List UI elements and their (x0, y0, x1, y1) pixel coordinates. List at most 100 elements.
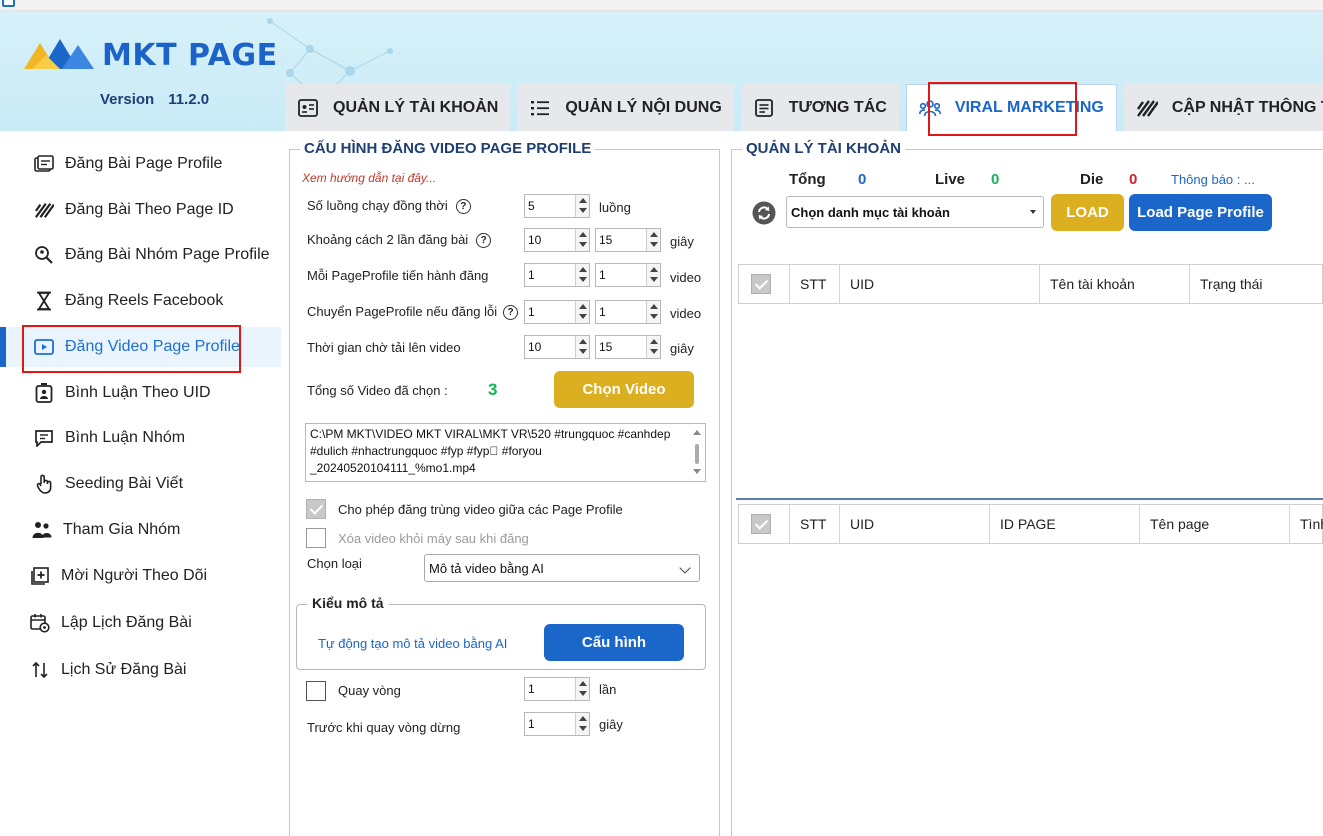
grid-splitter[interactable] (736, 498, 1323, 500)
hand-pointer-icon (33, 473, 55, 495)
loop-value: 1 (528, 682, 535, 696)
auto-description-label: Tự động tạo mô tả video bằng AI (318, 636, 508, 651)
before-stop-input[interactable]: 1 (524, 712, 590, 736)
spin-arrows-icon[interactable] (646, 264, 660, 286)
sidebar-item-seeding-bai-viet[interactable]: Seeding Bài Viết (0, 464, 281, 504)
sidebar-item-label: Đăng Bài Page Profile (65, 155, 223, 172)
add-square-icon (29, 565, 51, 587)
upload-wait-unit: giây (670, 341, 694, 356)
sidebar-item-moi-nguoi-theo-doi[interactable]: Mời Người Theo Dõi (0, 556, 281, 596)
guide-link[interactable]: Xem hướng dẫn tại đây... (302, 171, 436, 185)
sidebar-item-dang-bai-theo-page-id[interactable]: Đăng Bài Theo Page ID (0, 190, 281, 230)
column-header[interactable]: Tên tài khoản (1039, 265, 1189, 303)
threads-input[interactable]: 5 (524, 194, 590, 218)
chevron-down-icon (679, 562, 691, 574)
id-badge-icon (33, 382, 55, 404)
tab-quan-ly-noi-dung[interactable]: QUẢN LÝ NỘI DUNG (517, 84, 734, 131)
column-header[interactable]: STT (789, 505, 839, 543)
select-all-checkbox[interactable] (751, 274, 771, 294)
upload-wait-from-input[interactable]: 10 (524, 335, 590, 359)
spin-arrows-icon[interactable] (575, 713, 589, 735)
spin-arrows-icon[interactable] (575, 678, 589, 700)
switch-from-input[interactable]: 1 (524, 300, 590, 324)
help-icon[interactable]: ? (503, 305, 519, 321)
sidebar-item-tham-gia-nhom[interactable]: Tham Gia Nhóm (0, 510, 281, 550)
threads-unit: luồng (599, 200, 631, 215)
sidebar-item-binh-luan-theo-uid[interactable]: Bình Luận Theo UID (0, 373, 281, 413)
sidebar-item-dang-bai-page-profile[interactable]: Đăng Bài Page Profile (0, 144, 281, 184)
logo-text: MKT PAGE (102, 37, 278, 73)
loop-input[interactable]: 1 (524, 677, 590, 701)
spin-arrows-icon[interactable] (575, 195, 589, 217)
help-icon[interactable]: ? (455, 199, 471, 215)
upload-wait-from-value: 10 (528, 340, 542, 354)
config-panel-title: CẤU HÌNH ĐĂNG VIDEO PAGE PROFILE (300, 140, 596, 157)
document-lines-icon (753, 97, 775, 119)
total-label: Tổng (789, 171, 826, 188)
sidebar-item-dang-bai-nhom-page-profile[interactable]: Đăng Bài Nhóm Page Profile (0, 235, 281, 275)
column-header[interactable]: Tên page (1139, 505, 1289, 543)
spin-arrows-icon[interactable] (646, 336, 660, 358)
account-card-icon (297, 97, 319, 119)
textarea-scrollbar[interactable] (691, 428, 703, 476)
tab-label: CẬP NHẬT THÔNG TIN (1171, 98, 1323, 116)
per-profile-to-input[interactable]: 1 (595, 263, 661, 287)
column-header[interactable]: Tình (1289, 505, 1323, 543)
description-config-button[interactable]: Cấu hình (544, 624, 684, 661)
select-all-cell[interactable] (739, 505, 789, 543)
spin-arrows-icon[interactable] (575, 229, 589, 251)
spin-arrows-icon[interactable] (646, 229, 660, 251)
upload-wait-to-input[interactable]: 15 (595, 335, 661, 359)
refresh-button[interactable] (752, 201, 776, 225)
select-all-cell[interactable] (739, 265, 789, 303)
load-button[interactable]: LOAD (1051, 194, 1124, 231)
video-paths-text: C:\PM MKT\VIDEO MKT VIRAL\MKT VR\520 #tr… (310, 427, 671, 475)
accounts-grid-header: STT UID Tên tài khoản Trạng thái (738, 264, 1323, 304)
type-select[interactable]: Mô tả video bằng AI (424, 554, 700, 582)
spin-arrows-icon[interactable] (575, 264, 589, 286)
spin-arrows-icon[interactable] (646, 301, 660, 323)
pages-grid-header: STT UID ID PAGE Tên page Tình (738, 504, 1323, 544)
account-category-select[interactable]: Chọn danh mục tài khoản (786, 196, 1044, 228)
column-header[interactable]: ID PAGE (989, 505, 1139, 543)
allow-duplicate-checkbox[interactable] (306, 499, 326, 519)
tab-cap-nhat-thong-tin[interactable]: CẬP NHẬT THÔNG TIN (1123, 84, 1323, 131)
choose-video-button[interactable]: Chọn Video (554, 371, 694, 408)
people-group-icon (918, 97, 941, 119)
delay-from-value: 10 (528, 233, 542, 247)
delay-from-input[interactable]: 10 (524, 228, 590, 252)
account-category-value: Chọn danh mục tài khoản (791, 204, 950, 220)
column-header[interactable]: STT (789, 265, 839, 303)
delete-after-label: Xóa video khỏi máy sau khi đăng (338, 531, 529, 546)
load-page-profile-button[interactable]: Load Page Profile (1129, 194, 1272, 231)
sidebar-item-lap-lich-dang-bai[interactable]: Lập Lịch Đăng Bài (0, 603, 281, 643)
column-header[interactable]: Trạng thái (1189, 265, 1323, 303)
spin-arrows-icon[interactable] (575, 336, 589, 358)
select-all-checkbox[interactable] (751, 514, 771, 534)
tab-quan-ly-tai-khoan[interactable]: QUẢN LÝ TÀI KHOẢN (285, 84, 511, 131)
video-paths-textarea[interactable]: C:\PM MKT\VIDEO MKT VIRAL\MKT VR\520 #tr… (305, 423, 706, 482)
help-icon[interactable]: ? (476, 233, 492, 249)
sidebar-item-lich-su-dang-bai[interactable]: Lịch Sử Đăng Bài (0, 650, 281, 690)
live-label: Live (935, 171, 966, 188)
sidebar-item-binh-luan-nhom[interactable]: Bình Luận Nhóm (0, 418, 281, 458)
switch-label: Chuyển PageProfile nếu đăng lỗi? (307, 304, 519, 321)
type-label: Chọn loại (307, 556, 362, 571)
switch-to-value: 1 (599, 305, 606, 319)
tab-tuong-tac[interactable]: TƯƠNG TÁC (740, 84, 899, 131)
loop-checkbox[interactable] (306, 681, 326, 701)
per-profile-from-input[interactable]: 1 (524, 263, 590, 287)
sidebar-item-dang-reels-facebook[interactable]: Đăng Reels Facebook (0, 281, 281, 321)
spin-arrows-icon[interactable] (575, 301, 589, 323)
switch-to-input[interactable]: 1 (595, 300, 661, 324)
delete-after-checkbox[interactable] (306, 528, 326, 548)
tab-viral-marketing[interactable]: VIRAL MARKETING (905, 84, 1117, 131)
total-video-label: Tổng số Video đã chọn : (307, 383, 448, 398)
delay-to-input[interactable]: 15 (595, 228, 661, 252)
description-group-title: Kiểu mô tả (307, 595, 389, 611)
sidebar-item-dang-video-page-profile[interactable]: Đăng Video Page Profile (0, 327, 281, 367)
loop-label: Quay vòng (338, 683, 401, 698)
app-icon (2, 0, 15, 7)
column-header[interactable]: UID (839, 265, 1039, 303)
column-header[interactable]: UID (839, 505, 989, 543)
